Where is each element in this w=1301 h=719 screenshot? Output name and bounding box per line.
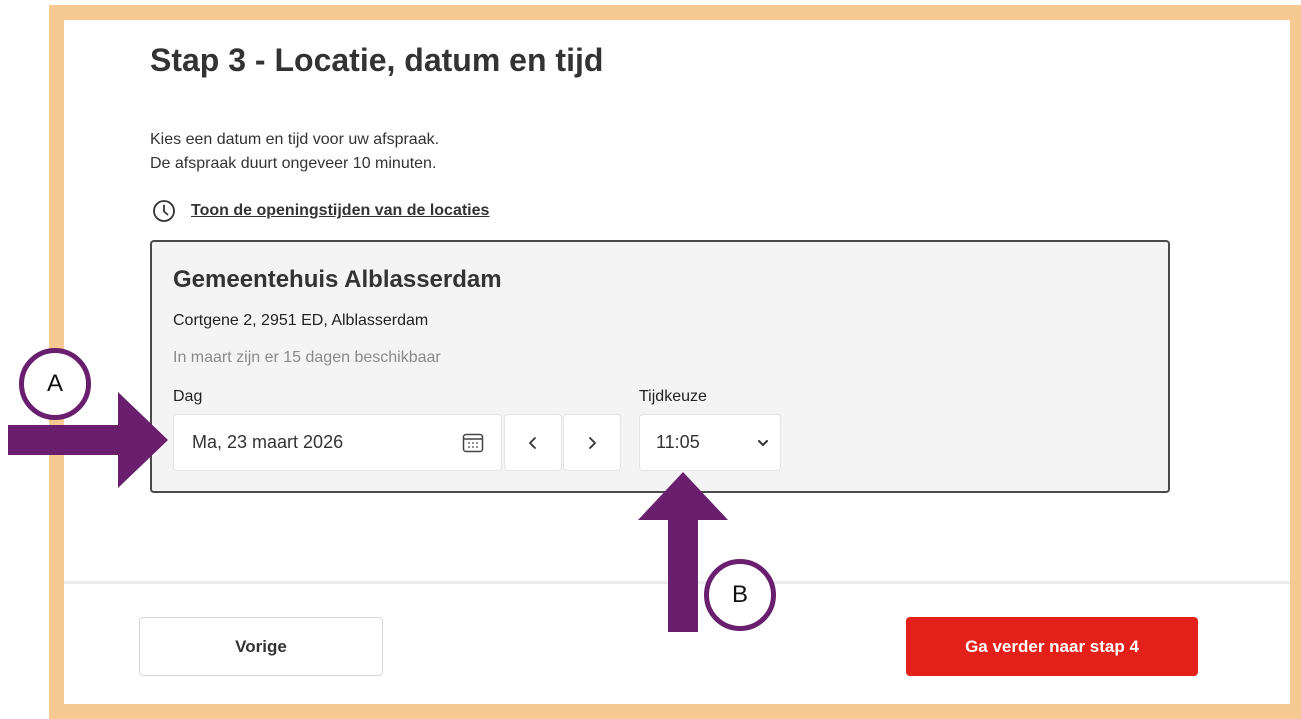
chevron-left-icon xyxy=(529,436,536,449)
intro-line-2: De afspraak duurt ongeveer 10 minuten. xyxy=(150,155,437,172)
opening-hours-link-label[interactable]: Toon de openingstijden van de locaties xyxy=(191,202,489,220)
opening-hours-link[interactable]: Toon de openingstijden van de locaties xyxy=(152,198,489,224)
clock-icon xyxy=(153,200,175,222)
intro-text: Kies een datum en tijd voor uw afspraak.… xyxy=(150,128,439,176)
date-value: Ma, 23 maart 2026 xyxy=(192,432,344,452)
date-input[interactable]: Ma, 23 maart 2026 xyxy=(173,414,502,471)
time-value: 11:05 xyxy=(656,432,700,452)
location-address: Cortgene 2, 2951 ED, Alblasserdam xyxy=(173,312,429,329)
calendar-icon[interactable] xyxy=(461,431,485,455)
previous-button[interactable]: Vorige xyxy=(139,617,383,676)
time-label: Tijdkeuze xyxy=(639,388,707,405)
annotation-marker-b: B xyxy=(704,559,776,631)
next-day-button[interactable] xyxy=(563,414,621,471)
day-label: Dag xyxy=(173,388,203,405)
previous-day-button[interactable] xyxy=(504,414,562,471)
page-title: Stap 3 - Locatie, datum en tijd xyxy=(150,42,604,78)
continue-step-4-button[interactable]: Ga verder naar stap 4 xyxy=(906,617,1198,676)
chevron-down-icon xyxy=(758,439,768,446)
location-card: Gemeentehuis Alblasserdam Cortgene 2, 29… xyxy=(150,240,1170,493)
time-select[interactable]: 11:05 xyxy=(639,414,781,471)
location-name: Gemeentehuis Alblasserdam xyxy=(173,266,502,293)
annotation-marker-a: A xyxy=(19,348,91,420)
availability-text: In maart zijn er 15 dagen beschikbaar xyxy=(173,349,441,366)
intro-line-1: Kies een datum en tijd voor uw afspraak. xyxy=(150,131,440,148)
chevron-right-icon xyxy=(589,436,596,449)
